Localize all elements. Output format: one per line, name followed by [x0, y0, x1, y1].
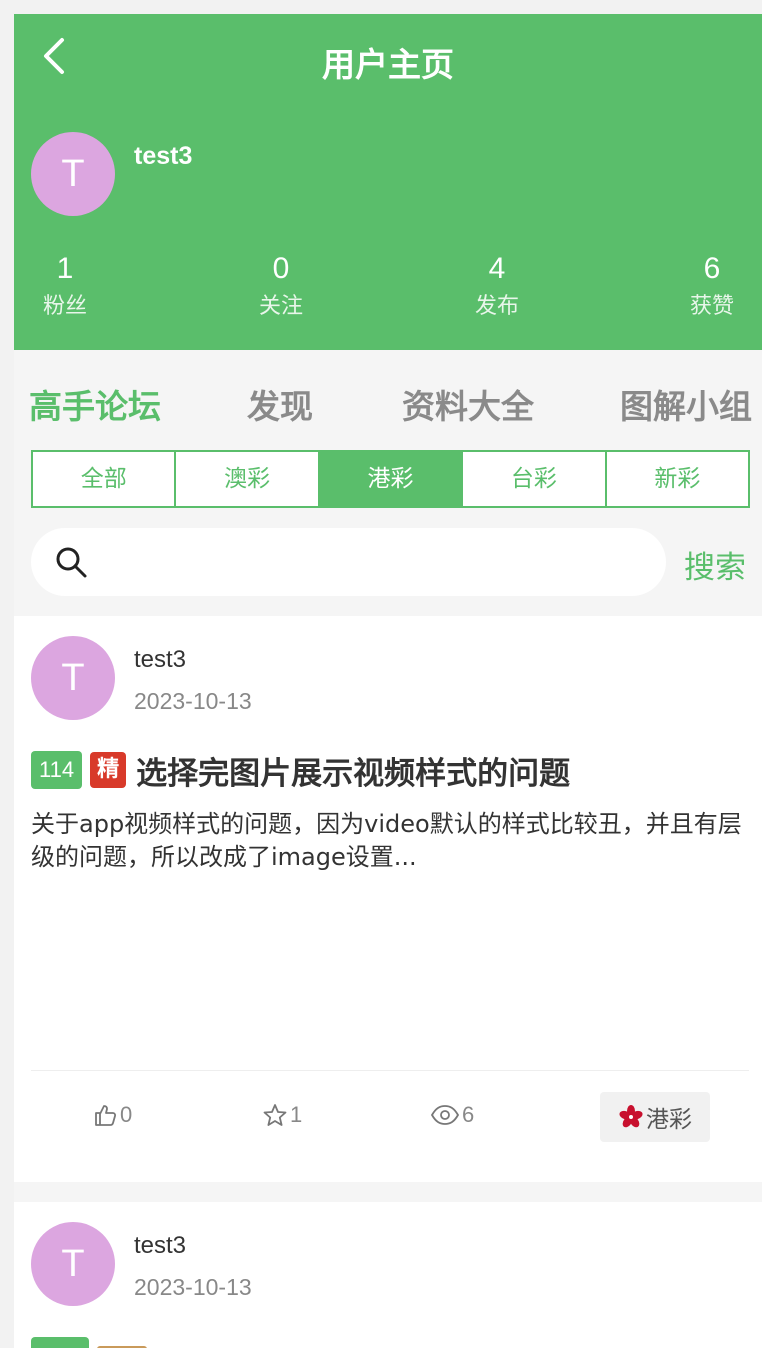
avatar[interactable]: T — [31, 1222, 115, 1306]
favorite-count: 1 — [290, 1102, 303, 1127]
post-title-row — [31, 1336, 147, 1348]
eye-icon — [430, 1105, 460, 1125]
stat-value: 1 — [56, 252, 74, 285]
stat-posts[interactable]: 4 发布 — [447, 252, 547, 320]
avatar[interactable]: T — [31, 636, 115, 720]
hong-kong-flower-icon — [619, 1105, 643, 1128]
tab-forum[interactable]: 高手论坛 — [29, 380, 161, 428]
search-bar — [31, 528, 666, 596]
category-tag[interactable]: 港彩 — [600, 1092, 710, 1142]
post-author[interactable]: test3 — [134, 646, 186, 674]
like-count: 0 — [120, 1102, 133, 1127]
stat-likes-received[interactable]: 6 获赞 — [662, 252, 762, 320]
post-title-row: 114 精 选择完图片展示视频样式的问题 — [31, 748, 570, 793]
view-count: 6 — [462, 1102, 475, 1127]
stat-following[interactable]: 0 关注 — [231, 252, 331, 320]
stat-value: 6 — [703, 252, 721, 285]
post-card[interactable]: T test3 2023-10-13 — [14, 1202, 762, 1348]
stat-label: 粉丝 — [42, 294, 87, 319]
category-filter: 全部 澳彩 港彩 台彩 新彩 — [31, 450, 750, 508]
category-tag-label: 港彩 — [646, 1107, 692, 1133]
avatar[interactable]: T — [31, 132, 115, 216]
user-profile-page: 用户主页 T test3 1 粉丝 0 关注 4 发布 6 获赞 高手论坛 发现… — [14, 14, 762, 1348]
post-date: 2023-10-13 — [134, 688, 252, 714]
stat-label: 获赞 — [689, 294, 734, 319]
search-button[interactable]: 搜索 — [684, 542, 746, 587]
profile-username: test3 — [134, 142, 193, 170]
search-input[interactable] — [103, 538, 643, 586]
stat-label: 关注 — [258, 294, 303, 319]
views-indicator: 6 — [430, 1102, 474, 1128]
featured-badge: 精 — [90, 752, 127, 788]
category-all[interactable]: 全部 — [33, 452, 177, 506]
page-title: 用户主页 — [322, 45, 454, 84]
search-icon — [56, 547, 87, 578]
post-excerpt[interactable]: 关于app视频样式的问题，因为video默认的样式比较丑，并且有层级的问题，所以… — [31, 808, 743, 874]
star-icon — [263, 1104, 287, 1126]
profile-header: 用户主页 T test3 1 粉丝 0 关注 4 发布 6 获赞 — [14, 14, 762, 350]
tab-discover[interactable]: 发现 — [247, 380, 313, 428]
category-singapore[interactable]: 新彩 — [607, 452, 748, 506]
post-author[interactable]: test3 — [134, 1232, 186, 1260]
favorite-button[interactable]: 1 — [262, 1102, 302, 1128]
post-date: 2023-10-13 — [134, 1274, 252, 1300]
like-button[interactable]: 0 — [92, 1102, 132, 1128]
post-title[interactable]: 选择完图片展示视频样式的问题 — [136, 748, 570, 793]
post-card[interactable]: T test3 2023-10-13 114 精 选择完图片展示视频样式的问题 … — [14, 616, 762, 1182]
stat-value: 0 — [272, 252, 290, 285]
issue-number-badge: 114 — [31, 751, 83, 789]
tab-illustrated-group[interactable]: 图解小组 — [620, 380, 752, 428]
thumbs-up-icon — [95, 1105, 117, 1126]
category-taiwan[interactable]: 台彩 — [463, 452, 607, 506]
stat-fans[interactable]: 1 粉丝 — [15, 252, 115, 320]
divider — [31, 1070, 749, 1071]
issue-number-badge — [31, 1337, 89, 1348]
tab-materials[interactable]: 资料大全 — [402, 380, 534, 428]
category-macau[interactable]: 澳彩 — [176, 452, 320, 506]
stat-value: 4 — [488, 252, 506, 285]
stat-label: 发布 — [474, 294, 519, 319]
category-hongkong[interactable]: 港彩 — [319, 452, 464, 506]
